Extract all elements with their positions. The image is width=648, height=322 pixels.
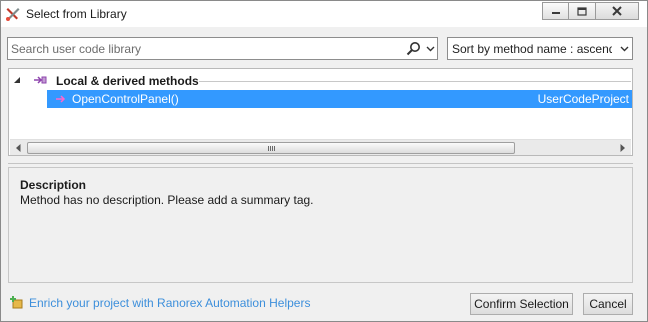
method-project: UserCodeProject — [537, 92, 629, 106]
search-input[interactable] — [11, 41, 401, 57]
minimize-icon — [551, 12, 560, 14]
maximize-button[interactable] — [569, 2, 596, 20]
method-group-icon — [34, 76, 47, 84]
sort-selected-value: Sort by method name : ascending — [452, 42, 612, 56]
sort-dropdown-toggle[interactable] — [618, 41, 630, 56]
method-name: OpenControlPanel() — [72, 92, 179, 106]
arrow-left-icon — [16, 144, 21, 152]
confirm-selection-button[interactable]: Confirm Selection — [470, 293, 573, 315]
group-divider — [199, 81, 631, 82]
select-from-library-dialog: Select from Library Sort by method n — [0, 0, 648, 322]
link-text[interactable]: Enrich your project with Ranorex Automat… — [29, 296, 310, 310]
scroll-left-button[interactable] — [10, 140, 27, 156]
scroll-right-button[interactable] — [614, 140, 631, 156]
tree-group-label: Local & derived methods — [56, 74, 199, 88]
title-bar: Select from Library — [1, 1, 647, 27]
description-text: Method has no description. Please add a … — [20, 193, 314, 207]
chevron-down-icon — [426, 46, 435, 51]
automation-helpers-link[interactable]: Enrich your project with Ranorex Automat… — [9, 295, 310, 310]
chevron-down-icon — [620, 46, 628, 51]
ranorex-tools-icon — [6, 8, 20, 21]
window-title: Select from Library — [26, 7, 127, 21]
cancel-button[interactable]: Cancel — [583, 293, 633, 315]
description-title: Description — [20, 178, 87, 192]
maximize-icon — [577, 6, 587, 16]
description-panel: Description Method has no description. P… — [8, 167, 633, 283]
window-controls — [542, 2, 639, 20]
magnifier-icon — [406, 42, 420, 56]
splitter[interactable] — [8, 163, 633, 164]
add-package-icon — [10, 296, 23, 309]
search-box — [7, 37, 438, 60]
search-options-dropdown[interactable] — [424, 39, 437, 58]
search-button[interactable] — [403, 39, 423, 58]
horizontal-scrollbar[interactable] — [10, 139, 631, 155]
scroll-grip-icon — [267, 145, 275, 151]
scroll-thumb[interactable] — [27, 142, 515, 154]
method-tree: Local & derived methods OpenControlPanel… — [8, 68, 633, 156]
minimize-button[interactable] — [542, 2, 569, 20]
arrow-right-icon — [620, 144, 625, 152]
tree-group-local-derived[interactable]: Local & derived methods — [9, 72, 632, 89]
method-icon — [56, 95, 66, 103]
collapse-arrow-icon[interactable] — [14, 77, 20, 83]
sort-select[interactable]: Sort by method name : ascending — [447, 37, 633, 60]
tree-item-method[interactable]: OpenControlPanel() UserCodeProject — [47, 90, 632, 108]
close-button[interactable] — [596, 2, 639, 20]
close-icon — [612, 6, 622, 16]
